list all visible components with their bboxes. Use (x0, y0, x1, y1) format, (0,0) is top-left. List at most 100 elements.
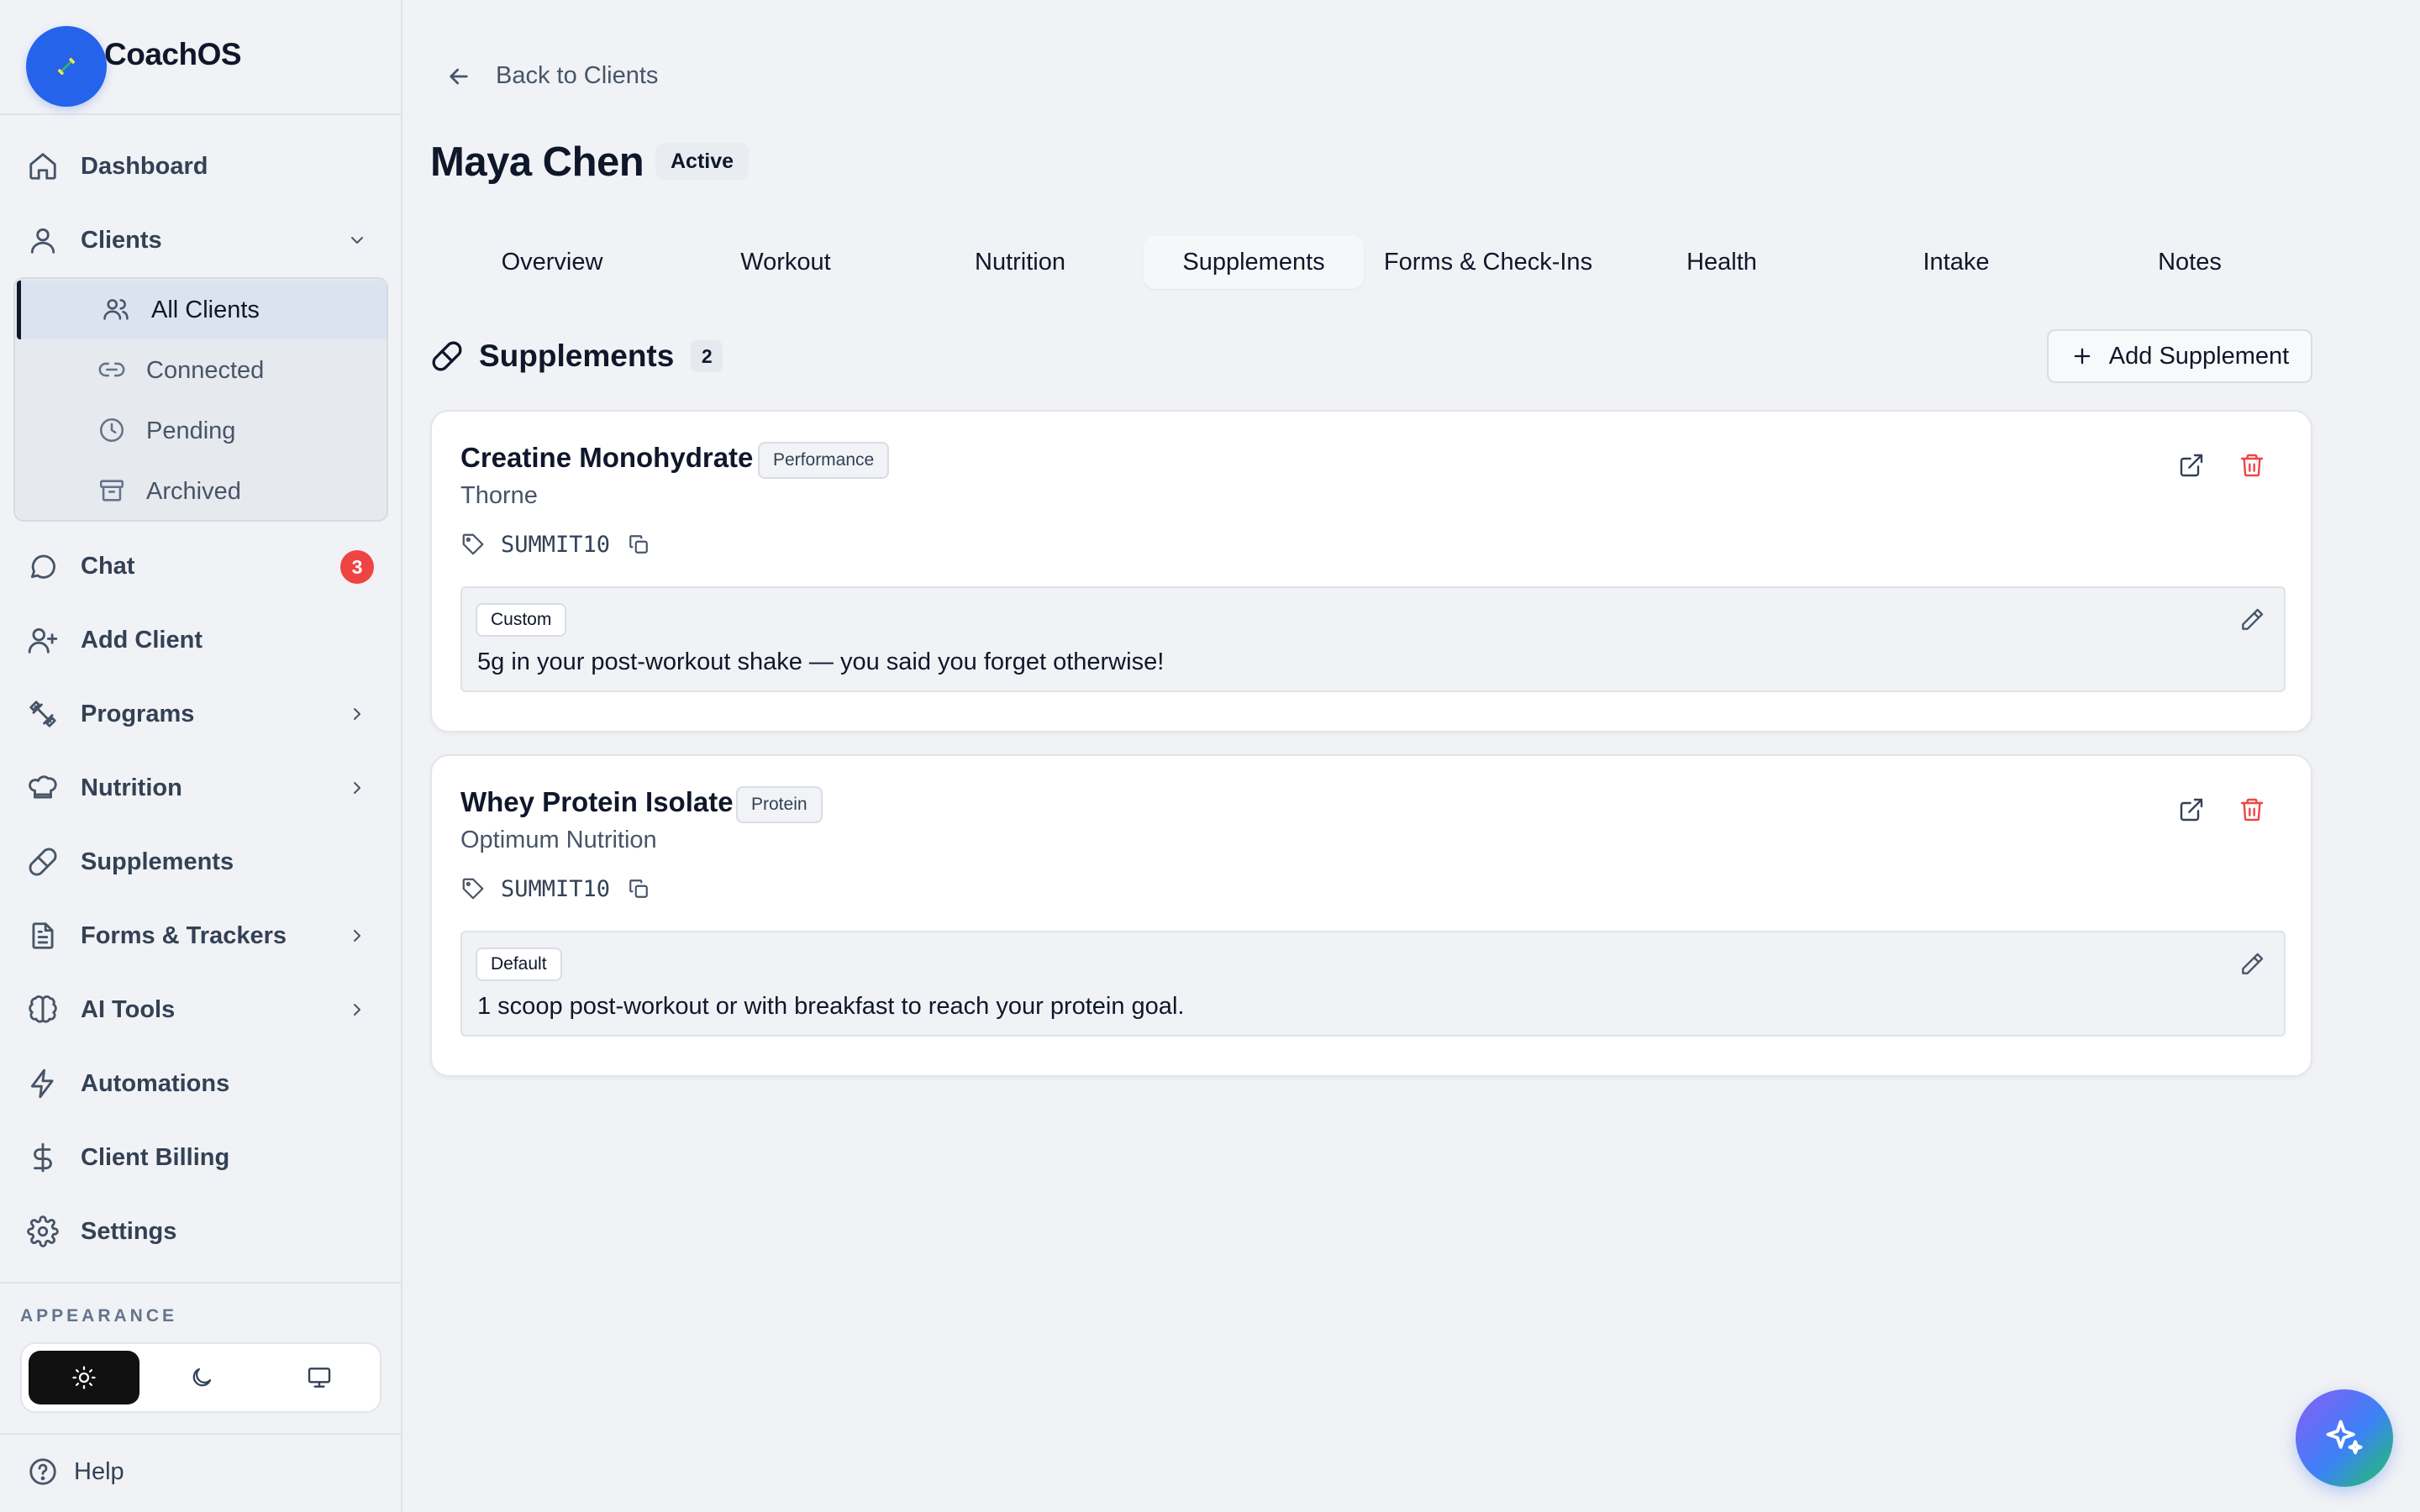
sidebar-item-label: Automations (81, 1069, 230, 1097)
supplement-card: Whey Protein Isolate Protein Optimum Nut… (430, 754, 2312, 1077)
sidebar-item-label: Settings (81, 1217, 177, 1245)
add-supplement-label: Add Supplement (2108, 342, 2290, 370)
sidebar-subitem-label: Archived (146, 478, 241, 505)
back-to-clients-link[interactable]: Back to Clients (445, 62, 658, 90)
theme-light-button[interactable] (29, 1351, 139, 1404)
tab-forms-check-ins[interactable]: Forms & Check-Ins (1378, 235, 1598, 289)
pencil-icon[interactable] (2238, 606, 2265, 633)
dumbbell-icon (29, 701, 56, 727)
instruction-note: Default 1 scoop post-workout or with bre… (460, 931, 2286, 1037)
sidebar-item-ai-tools[interactable]: AI Tools (15, 979, 386, 1040)
supplement-category-tag: Performance (758, 442, 890, 479)
sidebar-item-forms-trackers[interactable]: Forms & Trackers (15, 906, 386, 966)
help-link[interactable]: Help (27, 1452, 124, 1492)
clients-submenu: All Clients Connected Pending Archived (13, 277, 388, 522)
tab-overview[interactable]: Overview (442, 235, 662, 289)
back-label: Back to Clients (496, 62, 659, 89)
supplement-name: Whey Protein Isolate (460, 786, 734, 817)
sidebar-subitem-pending[interactable]: Pending (17, 402, 387, 460)
tab-health[interactable]: Health (1612, 235, 1832, 289)
user-icon (30, 228, 55, 254)
ai-assistant-button[interactable] (2296, 1389, 2393, 1487)
tag-icon (462, 533, 484, 555)
theme-dark-button[interactable] (146, 1351, 257, 1404)
supplement-name: Creatine Monohydrate (460, 442, 754, 473)
brand-name: CoachOS (104, 37, 242, 71)
copy-icon (629, 879, 648, 898)
sun-icon (72, 1366, 96, 1389)
sidebar-item-nutrition[interactable]: Nutrition (15, 758, 386, 818)
sidebar-item-programs[interactable]: Programs (15, 684, 386, 744)
delete-supplement-button[interactable] (2235, 793, 2269, 827)
note-text: 1 scoop post-workout or with breakfast t… (477, 993, 1185, 1020)
chevron-right-icon[interactable] (347, 704, 367, 724)
brand-logo[interactable] (26, 26, 107, 107)
users-icon (103, 299, 129, 320)
sidebar-item-label: Programs (81, 700, 195, 727)
tab-intake[interactable]: Intake (1846, 235, 2066, 289)
link-icon (98, 362, 125, 377)
supplement-count-badge: 2 (691, 340, 723, 372)
note-type-tag: Custom (476, 603, 567, 637)
external-link-icon (2180, 798, 2203, 822)
sidebar-subitem-connected[interactable]: Connected (17, 341, 387, 400)
theme-system-button[interactable] (264, 1351, 375, 1404)
delete-supplement-button[interactable] (2235, 449, 2269, 482)
supplement-brand: Thorne (460, 482, 538, 509)
sidebar: CoachOS Dashboard Clients All Clients Co… (0, 0, 402, 1512)
pencil-icon[interactable] (2238, 951, 2265, 978)
brain-icon (29, 995, 57, 1023)
tab-nutrition[interactable]: Nutrition (910, 235, 1130, 289)
sidebar-item-clients[interactable]: Clients (15, 210, 386, 270)
sidebar-divider (0, 1282, 401, 1284)
sidebar-subitem-all-clients[interactable]: All Clients (17, 281, 387, 339)
chat-unread-badge: 3 (340, 550, 374, 584)
supplement-card: Creatine Monohydrate Performance Thorne … (430, 410, 2312, 732)
sidebar-item-automations[interactable]: Automations (15, 1053, 386, 1114)
sidebar-item-add-client[interactable]: Add Client (15, 610, 386, 670)
sidebar-item-label: Forms & Trackers (81, 921, 287, 949)
chevron-down-icon[interactable] (347, 230, 367, 250)
gear-icon (27, 1215, 59, 1247)
sidebar-item-settings[interactable]: Settings (15, 1201, 386, 1262)
tag-icon (462, 878, 484, 900)
copy-code-button[interactable] (625, 531, 652, 558)
external-link-icon (2180, 454, 2203, 477)
sidebar-item-supplements[interactable]: Supplements (15, 832, 386, 892)
sidebar-item-label: Chat (81, 552, 135, 580)
section-title: Supplements (479, 339, 675, 373)
chevron-right-icon[interactable] (347, 1000, 367, 1020)
pill-icon (432, 341, 462, 371)
supplement-brand: Optimum Nutrition (460, 827, 657, 853)
sidebar-item-chat[interactable]: Chat 3 (15, 536, 386, 596)
sidebar-item-label: Add Client (81, 626, 203, 654)
chef-hat-icon (29, 775, 57, 799)
add-supplement-button[interactable]: Add Supplement (2047, 329, 2312, 383)
sparkles-icon (2326, 1420, 2363, 1455)
user-plus-icon (28, 627, 58, 654)
sidebar-item-client-billing[interactable]: Client Billing (15, 1127, 386, 1188)
tab-workout[interactable]: Workout (676, 235, 896, 289)
chevron-right-icon[interactable] (347, 926, 367, 946)
sidebar-item-dashboard[interactable]: Dashboard (15, 136, 386, 197)
brand-header: CoachOS (0, 0, 401, 115)
dollar-icon (34, 1142, 52, 1173)
dumbbell-logo-icon (57, 57, 76, 76)
sidebar-subitem-archived[interactable]: Archived (17, 462, 387, 521)
open-link-button[interactable] (2175, 793, 2208, 827)
sidebar-item-label: Dashboard (81, 152, 208, 180)
sidebar-item-label: AI Tools (81, 995, 176, 1023)
tab-supplements[interactable]: Supplements (1144, 235, 1364, 289)
sidebar-subitem-label: All Clients (151, 297, 260, 323)
clock-icon (99, 417, 124, 443)
chevron-right-icon[interactable] (347, 778, 367, 798)
sidebar-subitem-label: Pending (146, 417, 236, 444)
tab-notes[interactable]: Notes (2080, 235, 2300, 289)
document-icon (32, 922, 54, 949)
sidebar-subitem-label: Connected (146, 357, 265, 384)
supplement-category-tag: Protein (736, 786, 823, 823)
arrow-left-icon (450, 68, 468, 84)
open-link-button[interactable] (2175, 449, 2208, 482)
sidebar-divider (0, 1433, 401, 1435)
copy-code-button[interactable] (625, 875, 652, 902)
